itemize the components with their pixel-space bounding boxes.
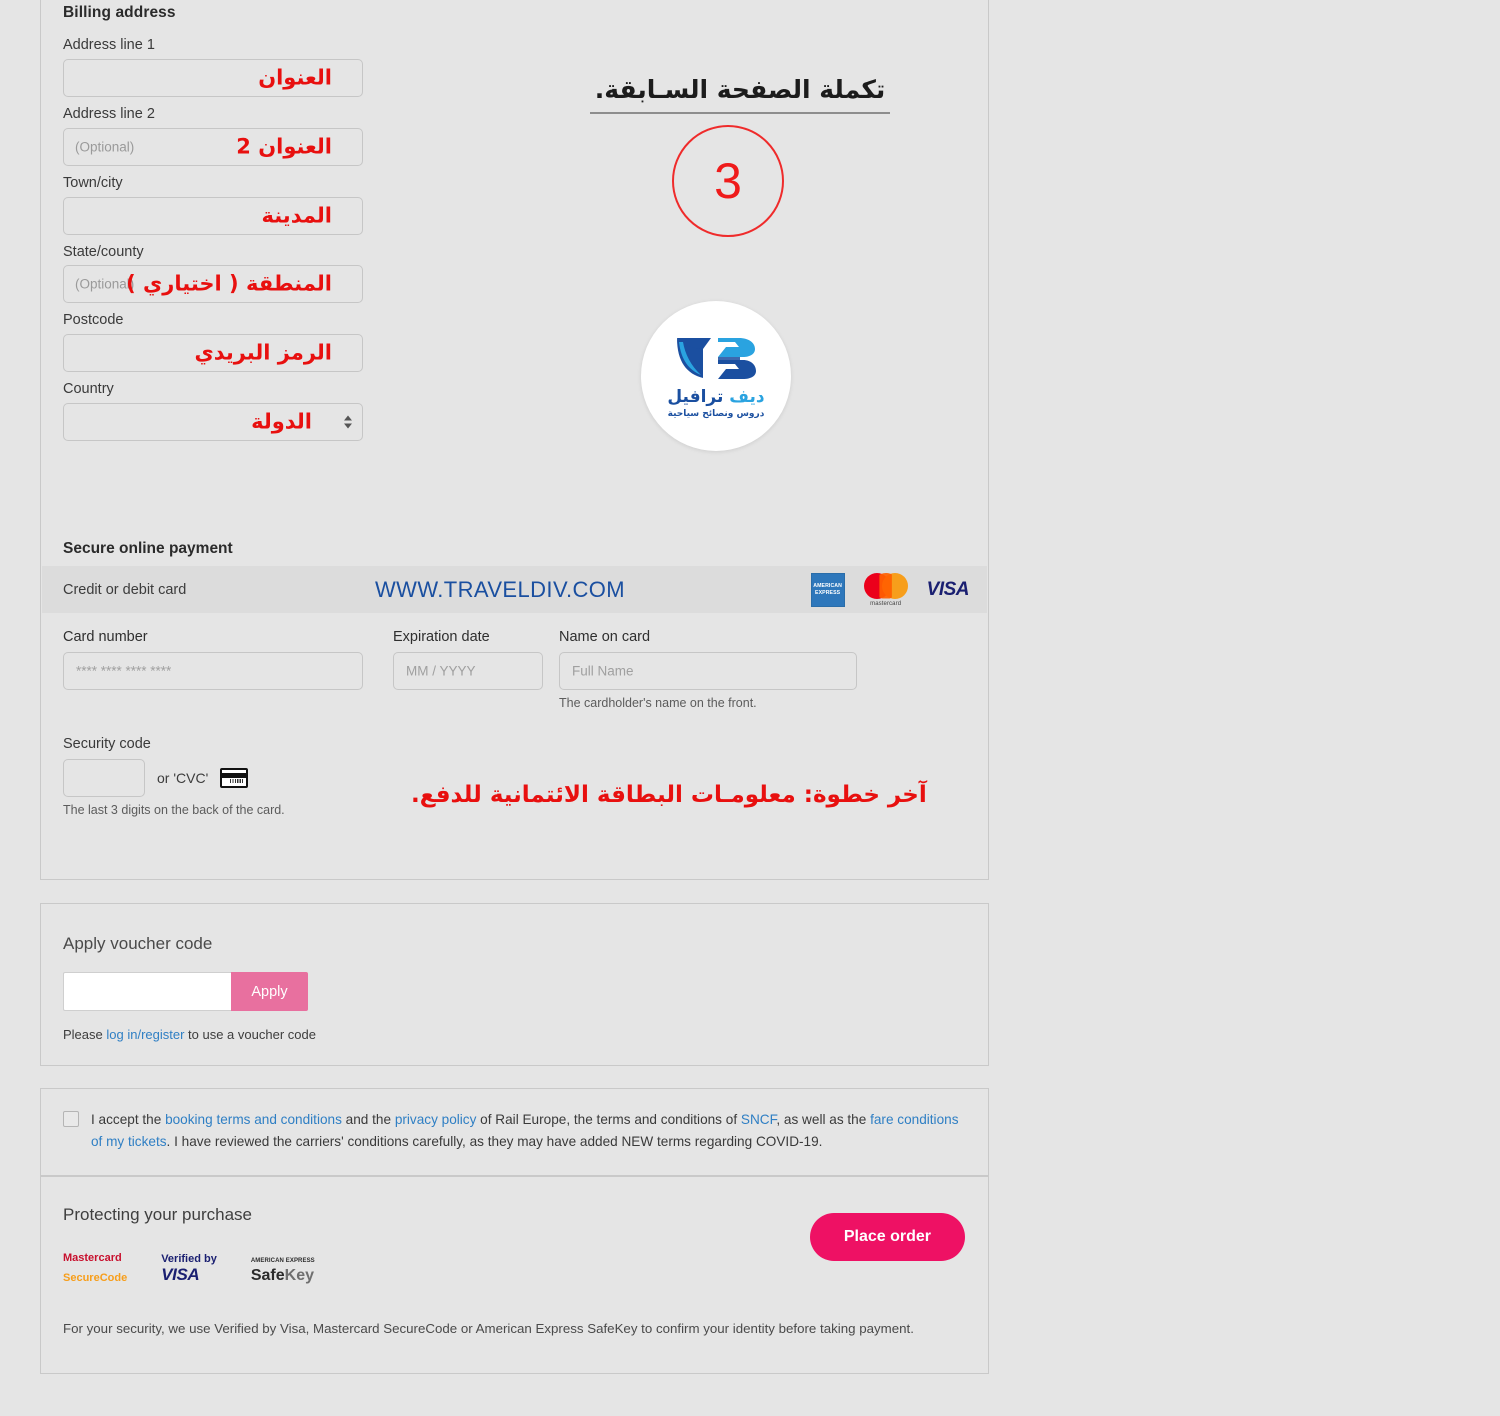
security-code-hint: The last 3 digits on the back of the car… [63,802,285,817]
state-county-input[interactable]: (Optional) المنطقة ( اختياري ) [63,265,363,304]
log-in-register-link[interactable]: log in/register [106,1027,184,1042]
cvc-text: or 'CVC' [157,769,209,786]
country-annotation: الدولة [251,409,312,434]
step-heading-annotation: تكملة الصفحة السـابقة. [590,75,890,114]
address-line-1-label: Address line 1 [63,37,155,53]
field-postcode: Postcode الرمز البريدي [63,311,966,373]
place-order-button[interactable]: Place order [809,1213,965,1261]
voucher-code-input[interactable] [63,972,231,1011]
state-county-label: State/county [63,243,144,260]
checkout-page: Billing address Address line 1 العنوان A… [0,0,1500,1416]
name-on-card-hint: The cardholder's name on the front. [559,695,757,710]
expiration-date-input[interactable]: MM / YYYY [393,651,543,690]
terms-panel: I accept the booking terms and condition… [40,1088,989,1176]
security-footer-text: For your security, we use Verified by Vi… [63,1321,914,1336]
town-city-input[interactable]: المدينة [63,196,363,235]
town-city-annotation: المدينة [261,203,333,228]
town-city-label: Town/city [63,174,123,191]
visa-logo: VISA [926,578,970,600]
field-name-on-card: Name on card Full Name The cardholder's … [559,628,857,710]
payment-step-annotation: آخر خطوة: معلومـات البطاقة الائتمانية لل… [411,782,927,808]
field-country: Country الدولة [63,380,966,442]
postcode-annotation: الرمز البريدي [194,340,332,365]
traveldiv-logo-mark [677,337,756,379]
amex-logo: AMERICAN EXPRESS [810,572,845,607]
sncf-link[interactable]: SNCF [741,1112,777,1127]
card-number-placeholder: **** **** **** **** [76,663,172,679]
terms-text: I accept the booking terms and condition… [91,1112,959,1150]
mastercard-logo: mastercard [863,572,909,607]
card-number-input[interactable]: **** **** **** **** [63,651,363,690]
voucher-panel: Apply voucher code Apply Please log in/r… [40,903,989,1066]
billing-address-section: Billing address Address line 1 العنوان A… [41,0,988,442]
credit-debit-card-band: Credit or debit card WWW.TRAVELDIV.COM A… [42,566,987,613]
address-line-1-annotation: العنوان [258,65,332,90]
privacy-policy-link[interactable]: privacy policy [395,1112,477,1127]
security-code-input[interactable] [63,758,145,797]
name-on-card-input[interactable]: Full Name [559,651,857,690]
address-line-1-input[interactable]: العنوان [63,58,363,97]
card-back-icon [220,767,249,788]
field-expiration-date: Expiration date MM / YYYY [393,628,543,690]
credit-debit-card-label: Credit or debit card [63,581,187,598]
secure-payment-title: Secure online payment [63,540,233,557]
step-number-badge: 3 [672,125,784,237]
postcode-input[interactable]: الرمز البريدي [63,334,363,373]
address-line-2-annotation: العنوان 2 [236,134,332,159]
verified-by-visa-badge: Verified by VISA [161,1252,217,1285]
address-line-2-placeholder: (Optional) [75,139,135,155]
name-on-card-label: Name on card [559,629,651,645]
voucher-login-note: Please log in/register to use a voucher … [63,1027,316,1042]
address-line-2-input[interactable]: (Optional) العنوان 2 [63,127,363,166]
traveldiv-logo-name: ديف ترافيل [667,386,765,407]
accepted-card-brands: AMERICAN EXPRESS mastercard VISA [810,572,970,607]
state-county-annotation: المنطقة ( اختياري ) [126,271,332,296]
voucher-title: Apply voucher code [63,934,213,953]
site-watermark: WWW.TRAVELDIV.COM [375,576,626,602]
accept-terms-checkbox[interactable] [63,1111,79,1127]
card-number-label: Card number [63,629,148,645]
billing-address-title: Billing address [63,4,176,21]
postcode-label: Postcode [63,312,124,329]
amex-safekey-badge: AMERICAN EXPRESS SafeKey [250,1257,315,1284]
field-town-city: Town/city المدينة [63,174,966,235]
billing-and-payment-panel: Billing address Address line 1 العنوان A… [40,0,989,880]
select-updown-icon [344,415,352,429]
field-card-number: Card number **** **** **** **** [63,628,363,690]
apply-voucher-button[interactable]: Apply [231,972,308,1011]
country-select[interactable]: الدولة [63,403,363,442]
field-security-code: Security code or 'CVC' The last 3 digits… [63,735,285,817]
mastercard-securecode-badge: Mastercard SecureCode [63,1252,128,1284]
expiration-date-placeholder: MM / YYYY [406,663,476,679]
name-on-card-placeholder: Full Name [572,663,634,679]
booking-terms-link[interactable]: booking terms and conditions [165,1112,342,1127]
card-details-form: Card number **** **** **** **** Expirati… [41,628,988,710]
expiration-date-label: Expiration date [393,629,490,645]
security-code-label: Security code [63,736,151,752]
country-label: Country [63,381,114,398]
protecting-purchase-panel: Protecting your purchase Mastercard Secu… [40,1176,989,1374]
field-state-county: State/county (Optional) المنطقة ( اختيار… [63,243,966,304]
traveldiv-logo-tagline: دروس ونصائح سياحية [667,408,765,419]
traveldiv-logo: ديف ترافيل دروس ونصائح سياحية [641,301,791,451]
